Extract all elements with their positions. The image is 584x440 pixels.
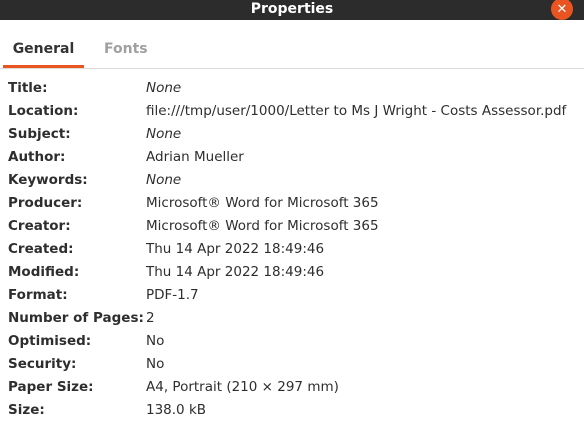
properties-list: Title: None Location: file:///tmp/user/1… xyxy=(8,78,578,423)
property-row-size: Size: 138.0 kB xyxy=(8,400,578,423)
window-titlebar: Properties ✕ xyxy=(0,0,584,20)
property-label: Modified: xyxy=(8,264,80,280)
property-label: Producer: xyxy=(8,195,83,211)
window-title: Properties xyxy=(250,1,334,17)
property-value: PDF-1.7 xyxy=(146,287,199,303)
property-label: Keywords: xyxy=(8,172,88,188)
property-label: Title: xyxy=(8,80,48,96)
property-label: Format: xyxy=(8,287,68,303)
property-row-format: Format: PDF-1.7 xyxy=(8,285,578,308)
property-label: Location: xyxy=(8,103,79,119)
property-row-paper-size: Paper Size: A4, Portrait (210 × 297 mm) xyxy=(8,377,578,400)
property-value: Microsoft® Word for Microsoft 365 xyxy=(146,195,379,211)
property-value: None xyxy=(146,126,182,142)
property-value: None xyxy=(146,80,182,96)
property-row-author: Author: Adrian Mueller xyxy=(8,147,578,170)
property-value: 138.0 kB xyxy=(146,402,207,418)
property-value: Thu 14 Apr 2022 18:49:46 xyxy=(146,264,325,280)
property-value: No xyxy=(146,356,165,372)
property-row-creator: Creator: Microsoft® Word for Microsoft 3… xyxy=(8,216,578,239)
property-row-security: Security: No xyxy=(8,354,578,377)
property-row-location: Location: file:///tmp/user/1000/Letter t… xyxy=(8,101,578,124)
property-row-producer: Producer: Microsoft® Word for Microsoft … xyxy=(8,193,578,216)
property-label: Size: xyxy=(8,402,45,418)
property-label: Paper Size: xyxy=(8,379,94,395)
property-row-title: Title: None xyxy=(8,78,578,101)
property-row-created: Created: Thu 14 Apr 2022 18:49:46 xyxy=(8,239,578,262)
property-label: Author: xyxy=(8,149,66,165)
property-label: Optimised: xyxy=(8,333,92,349)
property-value: 2 xyxy=(146,310,155,326)
property-value: None xyxy=(146,172,182,188)
property-label: Number of Pages: xyxy=(8,310,144,326)
property-value: No xyxy=(146,333,165,349)
tab-general[interactable]: General xyxy=(3,41,84,68)
property-value: Microsoft® Word for Microsoft 365 xyxy=(146,218,379,234)
property-value: file:///tmp/user/1000/Letter to Ms J Wri… xyxy=(146,103,567,119)
property-row-subject: Subject: None xyxy=(8,124,578,147)
property-value: Thu 14 Apr 2022 18:49:46 xyxy=(146,241,325,257)
property-row-pages: Number of Pages: 2 xyxy=(8,308,578,331)
property-value: Adrian Mueller xyxy=(146,149,244,165)
property-row-keywords: Keywords: None xyxy=(8,170,578,193)
property-label: Subject: xyxy=(8,126,71,142)
property-label: Security: xyxy=(8,356,77,372)
tab-fonts[interactable]: Fonts xyxy=(104,41,148,68)
tab-bar: General Fonts xyxy=(0,20,584,69)
property-label: Created: xyxy=(8,241,74,257)
property-value: A4, Portrait (210 × 297 mm) xyxy=(146,379,339,395)
property-row-optimised: Optimised: No xyxy=(8,331,578,354)
property-label: Creator: xyxy=(8,218,71,234)
property-row-modified: Modified: Thu 14 Apr 2022 18:49:46 xyxy=(8,262,578,285)
